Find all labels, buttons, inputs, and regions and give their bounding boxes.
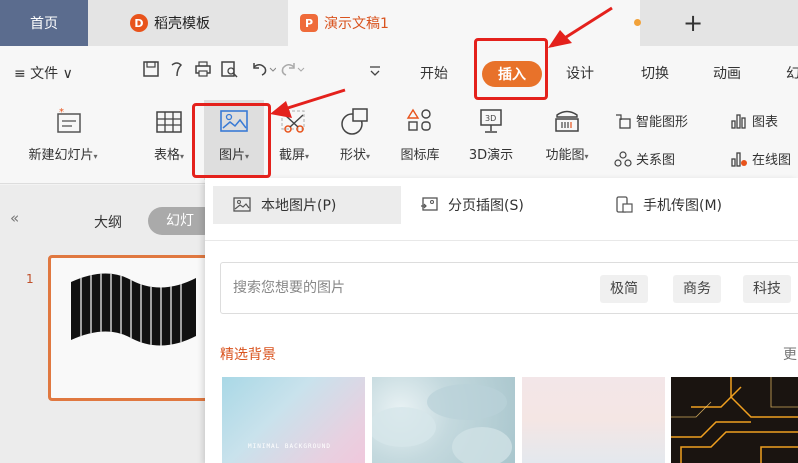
presentation-logo-icon: P [300,14,318,32]
tag-minimal[interactable]: 极简 [600,275,648,303]
tab-animation[interactable]: 动画 [713,63,741,83]
unsaved-dot-icon [634,19,641,26]
paged-insert-option[interactable]: 分页插图(S) [420,186,524,224]
3d-demo-icon: 3D [474,104,508,138]
new-slide-label: 新建幻灯片 [28,148,94,163]
smart-art-button[interactable]: 智能图形 [614,111,688,130]
customize-toolbar-icon[interactable] [368,64,382,81]
function-chart-button[interactable]: 功能图▾ [532,100,602,180]
add-tab-label: + [682,9,704,37]
background-thumbnail-3[interactable] [522,377,665,463]
undo-icon[interactable] [250,60,277,83]
tab-slideshow[interactable]: 幻 [786,63,798,83]
tab-home-label: 首页 [30,16,58,32]
tab-start[interactable]: 开始 [420,63,448,83]
shape-button[interactable]: 形状▾ [330,100,380,180]
more-link[interactable]: 更 [783,344,797,364]
icon-library-icon [403,104,437,138]
file-menu-label: ≡ 文件 ∨ [14,66,73,82]
shape-icon [338,104,372,138]
table-button[interactable]: 表格▾ [144,100,194,180]
relation-chart-icon [614,150,632,168]
function-chart-icon [550,104,584,138]
phone-picture-option[interactable]: 手机传图(M) [615,186,722,224]
slides-panel: « 大纲 幻灯 1 [0,185,218,463]
phone-picture-icon [615,196,633,214]
screenshot-button[interactable]: 截屏▾ [270,100,318,180]
background-thumbnail-2[interactable] [372,377,515,463]
circuit-graphic [671,377,798,463]
background-thumbnail-4[interactable] [671,377,798,463]
shape-label: 形状 [339,148,366,163]
tab-templates-label: 稻壳模板 [154,16,210,32]
screenshot-label: 截屏 [278,148,305,163]
dropdown-divider [205,240,798,241]
local-picture-label: 本地图片(P) [261,198,337,214]
3d-demo-label: 3D演示 [468,148,514,163]
outline-tab[interactable]: 大纲 [94,212,122,232]
tag-technology[interactable]: 科技 [743,275,791,303]
online-chart-label: 在线图 [752,153,792,168]
scissors-icon [277,104,311,138]
ribbon: * 新建幻灯片▾ 表格▾ 图片▾ 截屏▾ 形状▾ 图标库 3D 3D演示 功能图… [0,100,798,184]
smart-art-label: 智能图形 [636,115,689,130]
tab-document[interactable]: P 演示文稿1 [288,0,641,46]
thumbnail-caption: MINIMAL BACKGROUND [248,443,332,450]
chart-icon [730,112,748,130]
table-icon [152,104,186,138]
format-painter-icon[interactable] [168,60,186,83]
slides-tab-label: 幻灯 [166,213,194,229]
picture-search-input[interactable] [233,277,533,299]
local-picture-option[interactable]: 本地图片(P) [213,186,401,224]
local-picture-icon [233,196,251,214]
relation-chart-label: 关系图 [636,153,676,168]
picture-search-box: 极简 商务 科技 [220,262,798,314]
print-icon[interactable] [194,60,212,83]
add-tab-button[interactable]: + [678,8,708,38]
relation-chart-button[interactable]: 关系图 [614,149,675,168]
wave-flag-graphic [71,273,196,346]
print-preview-icon[interactable] [220,60,238,83]
docer-logo-icon: D [130,14,148,32]
chart-button[interactable]: 图表 [730,111,778,130]
function-chart-label: 功能图 [545,148,585,163]
featured-backgrounds-title: 精选背景 [220,347,276,363]
new-slide-icon: * [52,104,86,138]
background-thumbnail-1[interactable]: MINIMAL BACKGROUND [222,377,365,463]
save-icon[interactable] [142,60,160,83]
tab-transition[interactable]: 切换 [641,63,669,83]
3d-demo-button[interactable]: 3D 3D演示 [458,100,524,180]
tag-business[interactable]: 商务 [673,275,721,303]
svg-text:3D: 3D [485,114,496,123]
paged-insert-label: 分页插图(S) [448,198,524,214]
online-chart-icon [730,150,748,168]
smart-art-icon [614,112,632,130]
redo-icon[interactable] [280,60,306,83]
file-menu[interactable]: ≡ 文件 ∨ [14,63,73,83]
tab-design[interactable]: 设计 [566,63,594,83]
tab-bar: 首页 D 稻壳模板 P 演示文稿1 + [0,0,798,46]
phone-picture-label: 手机传图(M) [643,198,723,214]
svg-text:*: * [59,107,64,118]
new-slide-button[interactable]: * 新建幻灯片▾ [14,100,124,180]
collapse-panel-icon[interactable]: « [10,209,19,227]
leaf-pattern-graphic [372,384,512,463]
tab-home[interactable]: 首页 [0,0,88,46]
table-label: 表格 [153,148,180,163]
tab-document-label: 演示文稿1 [324,16,389,32]
online-chart-button[interactable]: 在线图 [730,149,791,168]
paged-insert-icon [420,196,438,214]
slide-thumbnail[interactable] [48,255,218,401]
picture-button-highlight [192,103,271,178]
picture-dropdown: 本地图片(P) 分页插图(S) 手机传图(M) 极简 商务 科技 精选背景 更 … [205,178,798,463]
menu-bar: ≡ 文件 ∨ 开始 插入 设计 切换 动画 幻 [0,46,798,100]
chart-label: 图表 [752,115,779,130]
icon-library-button[interactable]: 图标库 [392,100,448,180]
insert-tab-highlight [474,38,548,100]
icon-library-label: 图标库 [400,148,440,163]
slide-number: 1 [26,272,34,286]
tab-templates[interactable]: D 稻壳模板 [110,0,270,46]
